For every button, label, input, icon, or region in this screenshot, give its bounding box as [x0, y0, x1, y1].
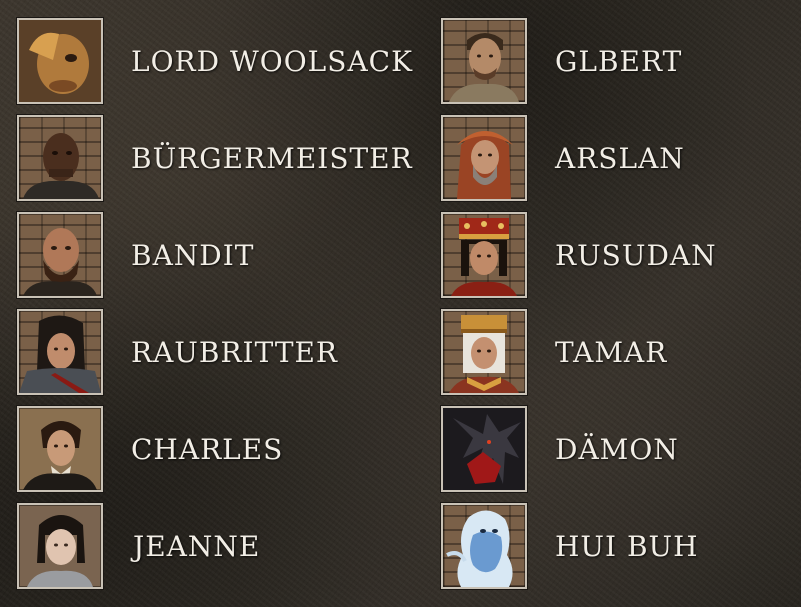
character-name: BÜRGERMEISTER: [131, 141, 413, 175]
character-name: GLBERT: [555, 44, 683, 78]
character-entry-charles[interactable]: CHARLES: [17, 406, 283, 492]
character-entry-rusudan[interactable]: RUSUDAN: [441, 212, 717, 298]
character-entry-glbert[interactable]: GLBERT: [441, 18, 682, 104]
character-name: HUI BUH: [555, 529, 699, 563]
jeanne-portrait[interactable]: [17, 503, 103, 589]
character-name: DÄMON: [555, 432, 679, 466]
character-name: JEANNE: [133, 529, 261, 563]
character-name: BANDIT: [131, 238, 255, 272]
buergermeister-portrait[interactable]: [17, 115, 103, 201]
character-entry-arslan[interactable]: ARSLAN: [441, 115, 685, 201]
character-entry-bandit[interactable]: BANDIT: [17, 212, 254, 298]
character-name: TAMAR: [555, 335, 668, 369]
character-name: RAUBRITTER: [131, 335, 339, 369]
character-select-screen: LORD WOOLSACK BÜRGERMEISTER BANDIT RAUBR…: [0, 0, 801, 607]
character-name: CHARLES: [131, 432, 284, 466]
character-entry-raubritter[interactable]: RAUBRITTER: [17, 309, 338, 395]
character-name: LORD WOOLSACK: [131, 44, 414, 78]
character-entry-jeanne[interactable]: JEANNE: [17, 503, 260, 589]
character-name: RUSUDAN: [555, 238, 717, 272]
character-entry-hui-buh[interactable]: HUI BUH: [441, 503, 699, 589]
lord-woolsack-portrait[interactable]: [17, 18, 103, 104]
character-name: ARSLAN: [555, 141, 685, 175]
character-entry-daemon[interactable]: DÄMON: [441, 406, 679, 492]
character-entry-buergermeister[interactable]: BÜRGERMEISTER: [17, 115, 413, 201]
rusudan-portrait[interactable]: [441, 212, 527, 298]
character-entry-tamar[interactable]: TAMAR: [441, 309, 667, 395]
character-entry-lord-woolsack[interactable]: LORD WOOLSACK: [17, 18, 413, 104]
daemon-portrait[interactable]: [441, 406, 527, 492]
glbert-portrait[interactable]: [441, 18, 527, 104]
raubritter-portrait[interactable]: [17, 309, 103, 395]
arslan-portrait[interactable]: [441, 115, 527, 201]
hui-buh-portrait[interactable]: [441, 503, 527, 589]
tamar-portrait[interactable]: [441, 309, 527, 395]
charles-portrait[interactable]: [17, 406, 103, 492]
bandit-portrait[interactable]: [17, 212, 103, 298]
